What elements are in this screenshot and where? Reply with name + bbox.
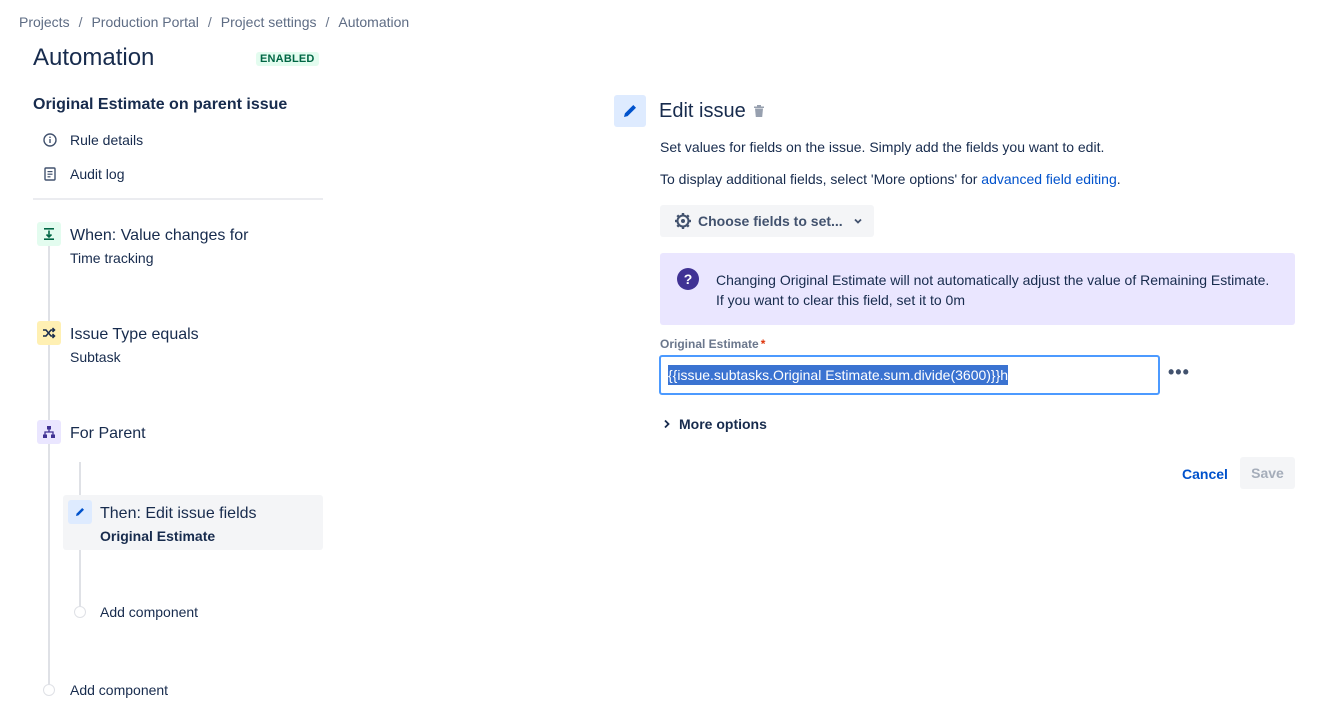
original-estimate-label: Original Estimate * [660, 337, 765, 351]
more-options-toggle[interactable]: More options [663, 416, 767, 432]
original-estimate-input[interactable]: {{issue.subtasks.Original Estimate.sum.d… [659, 355, 1160, 395]
rule-details-label: Rule details [70, 132, 144, 148]
trigger-icon [37, 222, 61, 246]
rule-name: Original Estimate on parent issue [33, 96, 288, 113]
action-title: Then: Edit issue fields [100, 505, 257, 522]
info-line-1: Changing Original Estimate will not auto… [716, 272, 1270, 288]
info-message: Changing Original Estimate will not auto… [716, 270, 1269, 310]
gear-icon [674, 212, 692, 230]
document-icon [42, 166, 58, 182]
desc-suffix: . [1116, 171, 1121, 187]
divider [33, 198, 323, 200]
add-component-inner[interactable]: Add component [100, 604, 198, 620]
breadcrumb-separator: / [78, 14, 83, 30]
edit-issue-title: Edit issue [659, 100, 746, 122]
desc-prefix: To display additional fields, select 'Mo… [660, 171, 982, 187]
save-button[interactable]: Save [1240, 457, 1295, 489]
breadcrumb: Projects / Production Portal / Project s… [19, 14, 409, 30]
breadcrumb-separator: / [325, 14, 330, 30]
edit-issue-icon [614, 95, 646, 127]
question-icon: ? [677, 268, 699, 290]
add-component-dot [43, 684, 55, 696]
breadcrumb-separator: / [207, 14, 212, 30]
field-label-text: Original Estimate [660, 337, 759, 351]
more-actions-icon[interactable]: ••• [1168, 362, 1190, 383]
status-badge: ENABLED [256, 52, 319, 66]
required-marker: * [760, 337, 766, 351]
info-icon [42, 132, 58, 148]
breadcrumb-projects[interactable]: Projects [19, 14, 70, 30]
breadcrumb-production-portal[interactable]: Production Portal [91, 14, 198, 30]
info-line-2: If you want to clear this field, set it … [716, 292, 965, 308]
shuffle-icon [37, 321, 61, 345]
audit-log-link[interactable]: Audit log [42, 166, 124, 182]
choose-fields-button[interactable]: Choose fields to set... [660, 205, 874, 237]
hierarchy-icon [37, 420, 61, 444]
condition-subtitle: Subtask [70, 349, 121, 365]
action-subtitle: Original Estimate [100, 528, 216, 544]
original-estimate-value: {{issue.subtasks.Original Estimate.sum.d… [668, 365, 1009, 385]
condition-title[interactable]: Issue Type equals [70, 326, 199, 344]
advanced-field-editing-link[interactable]: advanced field editing [981, 171, 1116, 187]
edit-description-advanced: To display additional fields, select 'Mo… [660, 171, 1121, 187]
cancel-button[interactable]: Cancel [1174, 458, 1236, 490]
trash-icon[interactable] [752, 104, 766, 123]
trigger-subtitle: Time tracking [70, 250, 154, 266]
add-component-outer[interactable]: Add component [70, 682, 168, 698]
choose-fields-label: Choose fields to set... [698, 213, 843, 229]
trigger-title[interactable]: When: Value changes for [70, 227, 248, 245]
add-component-dot [74, 606, 86, 618]
more-options-label: More options [679, 416, 767, 432]
audit-log-label: Audit log [70, 166, 125, 182]
pencil-icon [68, 500, 92, 524]
breadcrumb-automation[interactable]: Automation [338, 14, 409, 30]
chevron-right-icon [663, 419, 671, 429]
page-title: Automation [33, 44, 155, 71]
branch-title[interactable]: For Parent [70, 425, 146, 443]
timeline-line [48, 246, 50, 690]
edit-description: Set values for fields on the issue. Simp… [660, 139, 1105, 155]
chevron-down-icon [853, 216, 863, 226]
breadcrumb-project-settings[interactable]: Project settings [221, 14, 317, 30]
rule-details-link[interactable]: Rule details [42, 132, 143, 148]
